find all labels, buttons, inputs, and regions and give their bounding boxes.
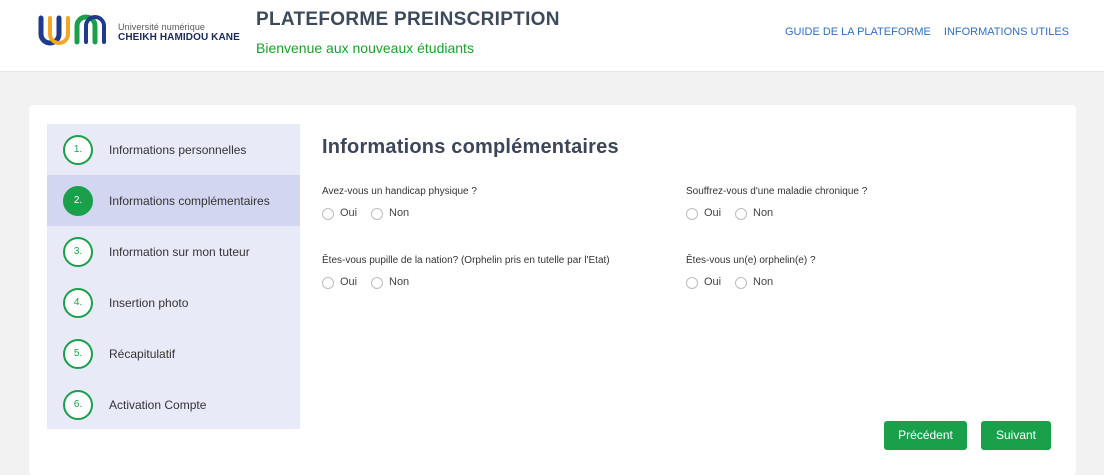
step-activation-compte[interactable]: 6. Activation Compte <box>47 379 300 430</box>
step-label: Informations personnelles <box>109 143 247 157</box>
step-number: 6. <box>63 390 93 420</box>
radio-label: Oui <box>340 207 358 219</box>
radio-label: Non <box>389 207 410 219</box>
step-label: Insertion photo <box>109 296 189 310</box>
radio-circle-icon <box>735 208 747 220</box>
previous-button[interactable]: Précédent <box>884 421 967 450</box>
radio-label: Non <box>389 276 410 288</box>
radio-circle-icon <box>322 277 334 289</box>
radio-label: Non <box>753 276 774 288</box>
step-number: 2. <box>63 186 93 216</box>
step-number: 1. <box>63 135 93 165</box>
step-recapitulatif[interactable]: 5. Récapitulatif <box>47 328 300 379</box>
page-title: PLATEFORME PREINSCRIPTION <box>256 9 560 30</box>
question-pupille-nation: Êtes-vous pupille de la nation? (Orpheli… <box>322 255 652 290</box>
step-informations-complementaires[interactable]: 2. Informations complémentaires <box>47 175 300 226</box>
question-label: Êtes-vous un(e) orphelin(e) ? <box>686 255 816 266</box>
radio-circle-icon <box>686 277 698 289</box>
question-handicap: Avez-vous un handicap physique ? Oui Non <box>322 186 652 221</box>
radio-circle-icon <box>686 208 698 220</box>
next-button[interactable]: Suivant <box>981 421 1051 450</box>
step-label: Informations complémentaires <box>109 194 270 208</box>
logo-line2: CHEIKH HAMIDOU KANE <box>118 32 240 43</box>
university-logo[interactable]: Université numérique CHEIKH HAMIDOU KANE <box>37 12 240 52</box>
question-label: Avez-vous un handicap physique ? <box>322 186 477 197</box>
radio-circle-icon <box>371 277 383 289</box>
radio-label: Oui <box>340 276 358 288</box>
radio-group: Oui Non <box>322 276 652 290</box>
step-informations-personnelles[interactable]: 1. Informations personnelles <box>47 124 300 175</box>
radio-circle-icon <box>735 277 747 289</box>
logo-icon <box>38 14 106 46</box>
step-information-tuteur[interactable]: 3. Information sur mon tuteur <box>47 226 300 277</box>
step-insertion-photo[interactable]: 4. Insertion photo <box>47 277 300 328</box>
radio-group: Oui Non <box>322 207 652 221</box>
question-label: Êtes-vous pupille de la nation? (Orpheli… <box>322 255 610 266</box>
step-number: 3. <box>63 237 93 267</box>
radio-group: Oui Non <box>686 207 1016 221</box>
radio-label: Non <box>753 207 774 219</box>
question-orphelin: Êtes-vous un(e) orphelin(e) ? Oui Non <box>686 255 1016 290</box>
logo-line1: Université numérique <box>118 22 206 32</box>
form-title: Informations complémentaires <box>322 136 619 158</box>
step-number: 4. <box>63 288 93 318</box>
question-label: Souffrez-vous d'une maladie chronique ? <box>686 186 868 197</box>
question-maladie-chronique: Souffrez-vous d'une maladie chronique ? … <box>686 186 1016 221</box>
step-label: Activation Compte <box>109 398 207 412</box>
step-label: Récapitulatif <box>109 347 176 361</box>
radio-group: Oui Non <box>686 276 1016 290</box>
top-nav: GUIDE DE LA PLATEFORME INFORMATIONS UTIL… <box>775 26 1069 38</box>
radio-label: Oui <box>704 207 722 219</box>
radio-circle-icon <box>371 208 383 220</box>
header: Université numérique CHEIKH HAMIDOU KANE… <box>0 0 1104 72</box>
step-number: 5. <box>63 339 93 369</box>
step-label: Information sur mon tuteur <box>109 245 250 259</box>
stepper: 1. Informations personnelles 2. Informat… <box>47 124 300 429</box>
nav-link-guide[interactable]: GUIDE DE LA PLATEFORME <box>785 26 931 38</box>
page-subtitle: Bienvenue aux nouveaux étudiants <box>256 40 474 56</box>
radio-circle-icon <box>322 208 334 220</box>
nav-link-informations[interactable]: INFORMATIONS UTILES <box>944 26 1069 38</box>
radio-label: Oui <box>704 276 722 288</box>
